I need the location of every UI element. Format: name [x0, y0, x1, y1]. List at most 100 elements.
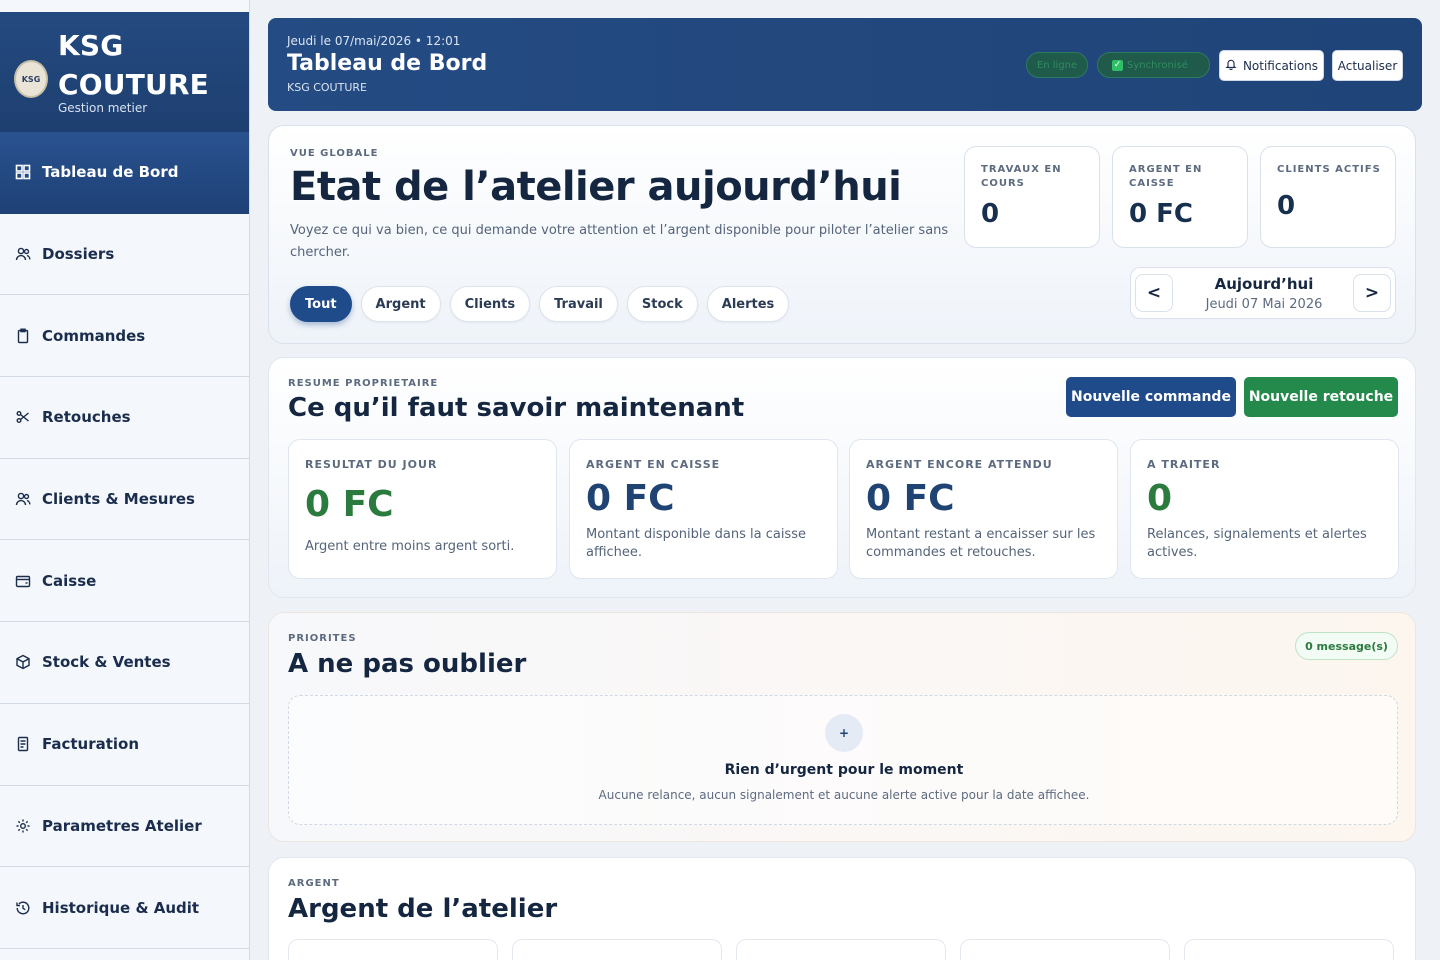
filter-chip-clients[interactable]: Clients: [449, 286, 531, 322]
stat-value: 0 FC: [586, 478, 675, 519]
money-subcard: [736, 939, 946, 960]
sidebar-item-historique-audit[interactable]: Historique & Audit: [0, 867, 249, 949]
kpi-clients-actifs: CLIENTS ACTIFS 0: [1260, 146, 1396, 248]
sidebar-item-dossiers[interactable]: Dossiers: [0, 214, 249, 296]
summary-eyebrow: RESUME PROPRIETAIRE: [288, 378, 439, 389]
box-icon: [15, 654, 31, 670]
page-title: Tableau de Bord: [287, 51, 488, 76]
gear-icon: [15, 818, 31, 834]
date-label: Aujourd’hui: [1214, 275, 1314, 293]
filter-chip-travail[interactable]: Travail: [539, 286, 618, 322]
sidebar-item-stock-ventes[interactable]: Stock & Ventes: [0, 622, 249, 704]
check-icon: ✓: [1112, 59, 1123, 71]
money-subcard: [1184, 939, 1394, 960]
sync-status-label: Synchronisé: [1127, 59, 1188, 71]
sidebar-item-parametres-atelier[interactable]: Parametres Atelier: [0, 786, 249, 868]
logo-text: KSG: [21, 74, 41, 84]
invoice-icon: [15, 736, 31, 752]
kpi-value: 0 FC: [1129, 199, 1193, 229]
stat-description: Relances, signalements et alertes active…: [1147, 527, 1367, 560]
kpi-label: ARGENT EN CAISSE: [1129, 164, 1203, 189]
brand-logo: KSG: [14, 60, 48, 98]
next-day-button[interactable]: >: [1353, 274, 1391, 312]
sync-status-badge: ✓ Synchronisé: [1097, 52, 1210, 78]
money-eyebrow: ARGENT: [288, 878, 340, 889]
date-navigator: < Aujourd’hui Jeudi 07 Mai 2026 >: [1130, 267, 1396, 319]
dashboard-icon: [15, 164, 31, 180]
sidebar-item-clients-mesures[interactable]: Clients & Mesures: [0, 459, 249, 541]
sidebar-nav: Tableau de Bord Dossiers Commandes Retou…: [0, 132, 249, 949]
filter-chip-tout[interactable]: Tout: [290, 286, 352, 322]
sidebar-item-label: Clients & Mesures: [42, 490, 195, 509]
sidebar: KSG KSG COUTURE Gestion metier Tableau d…: [0, 0, 250, 960]
summary-title: Ce qu’il faut savoir maintenant: [288, 393, 745, 423]
top-header: Jeudi le 07/mai/2026 • 12:01 Tableau de …: [268, 18, 1422, 111]
stat-description: Montant restant a encaisser sur les comm…: [866, 527, 1096, 560]
brand-subtitle: Gestion metier: [58, 101, 148, 115]
stat-label: ARGENT EN CAISSE: [586, 458, 721, 471]
notifications-button[interactable]: Notifications: [1219, 50, 1324, 81]
stat-label: A TRAITER: [1147, 458, 1221, 471]
empty-state: + Rien d’urgent pour le moment Aucune re…: [288, 695, 1398, 825]
users-icon: [15, 246, 31, 262]
sidebar-item-label: Caisse: [42, 571, 97, 590]
kpi-label: TRAVAUX EN COURS: [981, 164, 1062, 189]
sidebar-item-label: Stock & Ventes: [42, 653, 171, 672]
kpi-value: 0: [1277, 191, 1296, 221]
sidebar-item-tableau-de-bord[interactable]: Tableau de Bord: [0, 132, 249, 214]
sidebar-item-label: Historique & Audit: [42, 898, 200, 917]
header-datetime: Jeudi le 07/mai/2026 • 12:01: [287, 34, 461, 48]
kpi-label: CLIENTS ACTIFS: [1277, 164, 1381, 175]
stat-description: Argent entre moins argent sorti.: [305, 539, 515, 554]
empty-state-description: Aucune relance, aucun signalement et auc…: [598, 788, 1090, 802]
money-subcard: [960, 939, 1170, 960]
stat-label: RESULTAT DU JOUR: [305, 458, 438, 471]
message-count-badge: 0 message(s): [1295, 632, 1398, 660]
priorities-title: A ne pas oublier: [288, 649, 527, 679]
sidebar-item-caisse[interactable]: Caisse: [0, 540, 249, 623]
priorities-eyebrow: PRIORITES: [288, 633, 357, 644]
brand-name: KSG COUTURE: [58, 29, 210, 101]
sidebar-item-facturation[interactable]: Facturation: [0, 704, 249, 786]
notifications-label: Notifications: [1242, 58, 1319, 73]
stat-value: 0: [1147, 478, 1173, 519]
sidebar-item-label: Facturation: [42, 735, 140, 754]
kpi-travaux-en-cours: TRAVAUX EN COURS 0: [964, 146, 1100, 248]
overview-card: VUE GLOBALE Etat de l’atelier aujourd’hu…: [268, 125, 1416, 344]
previous-day-button[interactable]: <: [1135, 274, 1173, 312]
kpi-value: 0: [981, 199, 1000, 229]
scissors-icon: [15, 409, 31, 425]
overview-eyebrow: VUE GLOBALE: [290, 148, 379, 159]
sidebar-item-label: Commandes: [42, 326, 146, 345]
clipboard-icon: [15, 328, 31, 344]
filter-chips: Tout Argent Clients Travail Stock Alerte…: [290, 286, 790, 322]
sidebar-item-commandes[interactable]: Commandes: [0, 295, 249, 378]
sidebar-item-label: Parametres Atelier: [42, 816, 202, 835]
money-card: ARGENT Argent de l’atelier: [268, 857, 1416, 960]
filter-chip-argent[interactable]: Argent: [360, 286, 441, 322]
kpi-argent-en-caisse: ARGENT EN CAISSE 0 FC: [1112, 146, 1248, 248]
sidebar-item-label: Tableau de Bord: [42, 163, 179, 182]
history-icon: [15, 900, 31, 916]
new-order-button[interactable]: Nouvelle commande: [1066, 377, 1236, 417]
header-subtitle: KSG COUTURE: [287, 81, 367, 94]
money-subcard: [512, 939, 722, 960]
wallet-icon: [15, 573, 31, 589]
stat-argent-en-caisse: ARGENT EN CAISSE 0 FC Montant disponible…: [569, 439, 838, 579]
bell-icon: [1225, 58, 1237, 73]
brand-header: KSG KSG COUTURE Gestion metier: [0, 12, 249, 132]
stat-value: 0 FC: [866, 478, 955, 519]
stat-description: Montant disponible dans la caisse affich…: [586, 527, 806, 560]
filter-chip-stock[interactable]: Stock: [626, 286, 698, 322]
stat-a-traiter: A TRAITER 0 Relances, signalements et al…: [1130, 439, 1399, 579]
sidebar-item-retouches[interactable]: Retouches: [0, 377, 249, 459]
money-subcard: [288, 939, 498, 960]
overview-title: Etat de l’atelier aujourd’hui: [290, 164, 902, 210]
refresh-button[interactable]: Actualiser: [1332, 50, 1403, 81]
date-value: Jeudi 07 Mai 2026: [1205, 297, 1323, 312]
stat-resultat-du-jour: RESULTAT DU JOUR 0 FC Argent entre moins…: [288, 439, 557, 579]
filter-chip-alertes[interactable]: Alertes: [706, 286, 790, 322]
owner-summary-card: RESUME PROPRIETAIRE Ce qu’il faut savoir…: [268, 357, 1416, 598]
plus-icon: +: [825, 714, 863, 752]
new-alteration-button[interactable]: Nouvelle retouche: [1244, 377, 1398, 417]
